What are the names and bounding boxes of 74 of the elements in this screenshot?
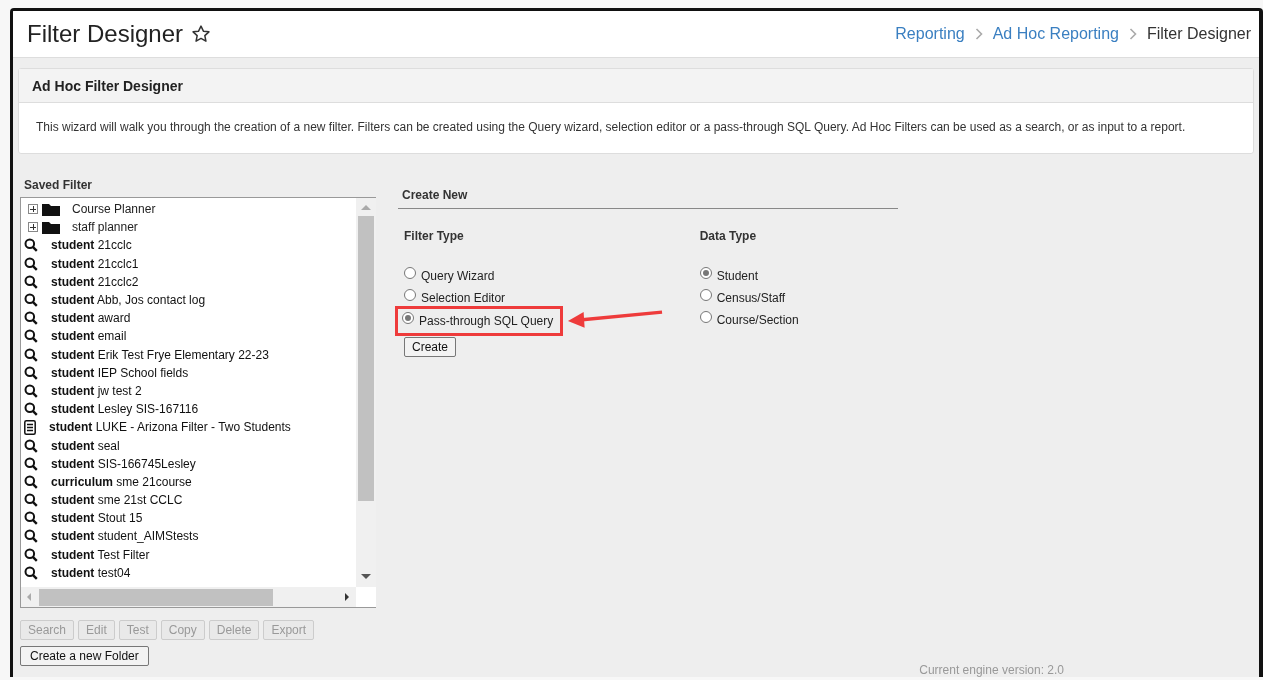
breadcrumb-link[interactable]: Ad Hoc Reporting bbox=[992, 25, 1119, 43]
vertical-scrollbar[interactable] bbox=[356, 198, 376, 587]
filter-type-label: Filter Type bbox=[404, 229, 465, 243]
chevron-icon bbox=[974, 28, 983, 40]
radio-button[interactable] bbox=[404, 289, 416, 301]
filter-name[interactable]: student sme 21st CCLC bbox=[51, 493, 183, 508]
option-label: Student bbox=[716, 269, 758, 283]
create-folder-button[interactable]: Create a new Folder bbox=[20, 646, 149, 666]
radio-button[interactable] bbox=[699, 267, 712, 279]
search-icon bbox=[24, 293, 38, 308]
section-title: Create New bbox=[398, 188, 898, 209]
panel-header: Ad Hoc Filter Designer bbox=[19, 69, 1253, 103]
expand-icon[interactable] bbox=[28, 222, 38, 233]
search-icon bbox=[24, 383, 38, 398]
option-label: Pass-through SQL Query bbox=[419, 314, 554, 328]
search-icon bbox=[24, 347, 38, 362]
radio-button[interactable] bbox=[402, 312, 414, 324]
filter-name[interactable]: student email bbox=[51, 329, 127, 344]
description-text: This wizard will walk you through the creation of a new filter. Filters can be created using the Query wizard, selection editor or a pass-through SQL Query. Ad Hoc Filters can be used as a search, or as input to a report. bbox=[35, 119, 1187, 136]
search-icon bbox=[24, 456, 38, 471]
option-label: Query Wizard bbox=[421, 269, 495, 283]
search-icon bbox=[24, 256, 38, 271]
breadcrumb-current: Filter Designer bbox=[1146, 25, 1251, 43]
option-label: Course/Section bbox=[716, 313, 799, 327]
chevron-icon bbox=[1128, 28, 1137, 40]
search-icon bbox=[24, 311, 38, 326]
filter-name[interactable]: student seal bbox=[51, 438, 120, 453]
search-icon bbox=[24, 402, 38, 417]
search-icon bbox=[24, 329, 38, 344]
filter-name[interactable]: student Test Filter bbox=[51, 547, 150, 562]
search-icon bbox=[24, 365, 38, 380]
filter-name[interactable]: student Stout 15 bbox=[51, 511, 143, 526]
filter-name[interactable]: student IEP School fields bbox=[51, 365, 189, 380]
filter-name[interactable]: student 21cclc2 bbox=[51, 274, 139, 289]
filter-name[interactable]: student test04 bbox=[51, 565, 131, 580]
filter-name[interactable]: curriculum sme 21course bbox=[51, 474, 192, 489]
radio-button[interactable] bbox=[699, 289, 712, 301]
filter-name[interactable]: student Abb, Jos contact log bbox=[51, 293, 206, 308]
search-icon bbox=[24, 238, 38, 253]
filter-name[interactable]: student SIS-166745Lesley bbox=[51, 456, 196, 471]
horizontal-scrollbar[interactable] bbox=[21, 587, 356, 607]
search-icon bbox=[24, 493, 38, 508]
filter-name[interactable]: student LUKE - Arizona Filter - Two Students bbox=[49, 420, 291, 435]
search-icon bbox=[24, 274, 38, 289]
filter-name[interactable]: student jw test 2 bbox=[51, 383, 142, 398]
saved-filter-label: Saved Filter bbox=[24, 178, 94, 192]
page-title: Filter Designer bbox=[27, 20, 184, 48]
radio-button[interactable] bbox=[699, 311, 712, 323]
option-label: Selection Editor bbox=[421, 291, 506, 305]
search-icon bbox=[24, 529, 38, 544]
filter-name[interactable]: student Erik Test Frye Elementary 22-23 bbox=[51, 347, 269, 362]
search-icon bbox=[24, 511, 38, 526]
create-button[interactable]: Create bbox=[404, 337, 457, 357]
data-type-label: Data Type bbox=[699, 229, 758, 243]
document-icon bbox=[24, 419, 36, 435]
folder-name[interactable]: staff planner bbox=[72, 220, 138, 235]
breadcrumb-link[interactable]: Reporting bbox=[895, 25, 965, 43]
search-icon bbox=[24, 547, 38, 562]
option-label: Census/Staff bbox=[716, 291, 786, 305]
folder-icon bbox=[42, 220, 60, 235]
search-icon bbox=[24, 565, 38, 580]
filter-name[interactable]: student award bbox=[51, 311, 131, 326]
filter-name[interactable]: student 21cclc1 bbox=[51, 256, 139, 271]
filter-name[interactable]: student student_AIMStests bbox=[51, 529, 199, 544]
folder-name[interactable]: Course Planner bbox=[72, 202, 156, 217]
folder-icon bbox=[42, 202, 60, 217]
filter-name[interactable]: student Lesley SIS-167116 bbox=[51, 402, 199, 417]
radio-button[interactable] bbox=[404, 267, 416, 279]
version-text: Current engine version: 2.0 bbox=[919, 663, 1064, 677]
search-icon bbox=[24, 474, 38, 489]
search-icon bbox=[24, 438, 38, 453]
filter-name[interactable]: student 21cclc bbox=[51, 238, 132, 253]
star-icon[interactable] bbox=[191, 24, 212, 44]
expand-icon[interactable] bbox=[28, 204, 38, 215]
